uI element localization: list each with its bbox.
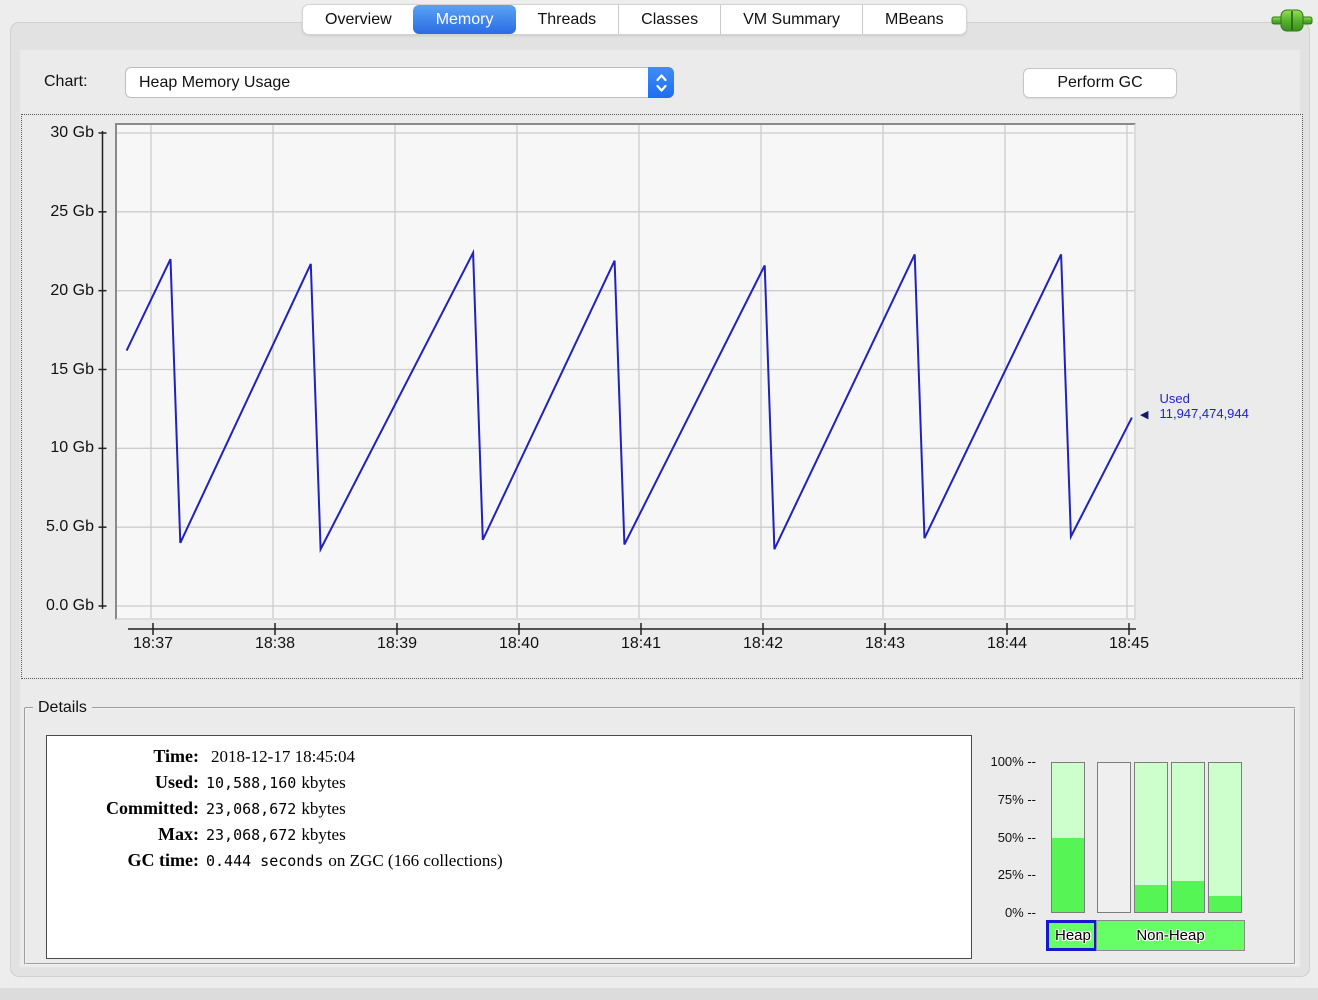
detail-num: 0.444 seconds: [206, 852, 324, 870]
detail-label: Committed:: [106, 798, 199, 818]
tab-vm-summary[interactable]: VM Summary: [720, 5, 862, 34]
y-axis-tick-label: 10 Gb: [50, 439, 94, 457]
usage-bar-fill: [1135, 885, 1167, 912]
used-annotation-label: Used: [1159, 391, 1190, 406]
heap-usage-line-chart: [117, 125, 1134, 618]
detail-num: 23,068,672: [206, 800, 297, 818]
tab-memory[interactable]: Memory: [412, 5, 517, 34]
usage-scale-label: 50% --: [997, 829, 1036, 845]
x-axis-tick-label: 18:39: [376, 635, 418, 652]
usage-scale-label: 25% --: [997, 867, 1036, 883]
non-heap-button[interactable]: Non-Heap: [1096, 920, 1245, 951]
usage-bar-heap: [1051, 762, 1085, 913]
usage-scale-label: 100% --: [990, 754, 1036, 769]
y-axis-tick-label: 5.0 Gb: [45, 518, 94, 536]
chart-select-label: Chart:: [44, 73, 88, 90]
detail-label: Time:: [153, 746, 199, 766]
y-axis-tick-label: 15 Gb: [50, 360, 94, 378]
usage-bar-fill: [1209, 895, 1241, 912]
details-text-panel: Time: 2018-12-17 18:45:04 Used: 10,588,160…: [46, 735, 972, 959]
x-axis-tick-label: 18:44: [986, 635, 1028, 652]
detail-label: Used:: [155, 772, 199, 792]
memory-tab-content: Chart: Heap Memory Usage Perform GC 30 G…: [19, 49, 1303, 968]
tab-classes[interactable]: Classes: [618, 5, 720, 34]
y-axis-tick-label: 25 Gb: [50, 202, 94, 220]
usage-bar-non-heap-pool-4: [1208, 762, 1242, 913]
x-axis-tick-label: 18:40: [498, 635, 540, 652]
usage-bar-non-heap-pool-2: [1134, 762, 1168, 913]
detail-text: kbytes: [301, 773, 346, 792]
detail-num: 23,068,672: [206, 826, 297, 844]
heap-button[interactable]: Heap: [1046, 920, 1097, 951]
detail-label: GC time:: [127, 850, 199, 870]
x-axis-tick-label: 18:37: [132, 635, 174, 652]
x-axis-tick-label: 18:41: [620, 635, 662, 652]
usage-bar-non-heap-pool-3: [1171, 762, 1205, 913]
x-axis-tick-label: 18:42: [742, 635, 784, 652]
perform-gc-button[interactable]: Perform GC: [1023, 68, 1177, 98]
tab-overview[interactable]: Overview: [303, 5, 414, 34]
detail-text: kbytes: [301, 799, 346, 818]
detail-text: kbytes: [301, 825, 346, 844]
usage-scale-label: 75% --: [997, 791, 1036, 807]
detail-row-used: Used: 10,588,160 kbytes: [47, 769, 971, 795]
detail-label: Max:: [158, 824, 199, 844]
x-axis-tick-label: 18:45: [1108, 635, 1150, 652]
y-axis-tick-label: 30 Gb: [50, 124, 94, 141]
used-annotation: ◀ Used 11,947,474,944: [1140, 391, 1249, 423]
y-axis: [98, 131, 107, 609]
memory-tab-panel: Chart: Heap Memory Usage Perform GC 30 G…: [10, 22, 1310, 977]
details-title: Details: [38, 699, 87, 716]
left-pointer-icon: ◀: [1140, 409, 1149, 421]
window-bottom-strip: [0, 988, 1318, 1000]
detail-text: 2018-12-17 18:45:04: [211, 747, 356, 766]
x-axis-tick-label: 18:38: [254, 635, 296, 652]
y-axis-tick-label: 20 Gb: [50, 281, 94, 299]
details-section: Details Time: 2018-12-17 18:45:04 Used: 10…: [24, 699, 1296, 965]
chart-panel: 30 Gb 25 Gb 20 Gb 15 Gb 10 Gb 5.0 Gb 0.0 Gb 18…: [21, 114, 1303, 679]
detail-row-gc-time: GC time: 0.444 seconds on ZGC (166 collect…: [47, 847, 971, 873]
tab-mbeans[interactable]: MBeans: [861, 5, 966, 34]
chart-select[interactable]: Heap Memory Usage: [125, 67, 674, 98]
detail-row-max: Max: 23,068,672 kbytes: [47, 821, 971, 847]
usage-bar-fill: [1052, 837, 1084, 912]
usage-scale-label: 0% --: [1004, 905, 1036, 920]
tab-threads[interactable]: Threads: [515, 5, 618, 34]
tab-bar: Overview Memory Threads Classes VM Summa…: [302, 4, 967, 35]
chevron-up-down-icon[interactable]: [648, 67, 674, 98]
usage-bar-non-heap-pool-1: [1097, 762, 1131, 913]
detail-text: on ZGC (166 collections): [328, 851, 503, 870]
plot-area: [115, 123, 1136, 620]
detail-row-time: Time: 2018-12-17 18:45:04: [47, 743, 971, 769]
detail-row-committed: Committed: 23,068,672 kbytes: [47, 795, 971, 821]
memory-usage-bars: [1051, 762, 1242, 913]
detail-num: 10,588,160: [206, 774, 297, 792]
y-axis-tick-label: 0.0 Gb: [45, 597, 94, 614]
used-annotation-value: 11,947,474,944: [1159, 406, 1249, 421]
chart-select-value: Heap Memory Usage: [139, 73, 291, 91]
x-axis-tick-label: 18:43: [864, 635, 906, 652]
connection-icon: [1271, 7, 1313, 33]
usage-bar-fill: [1172, 880, 1204, 912]
